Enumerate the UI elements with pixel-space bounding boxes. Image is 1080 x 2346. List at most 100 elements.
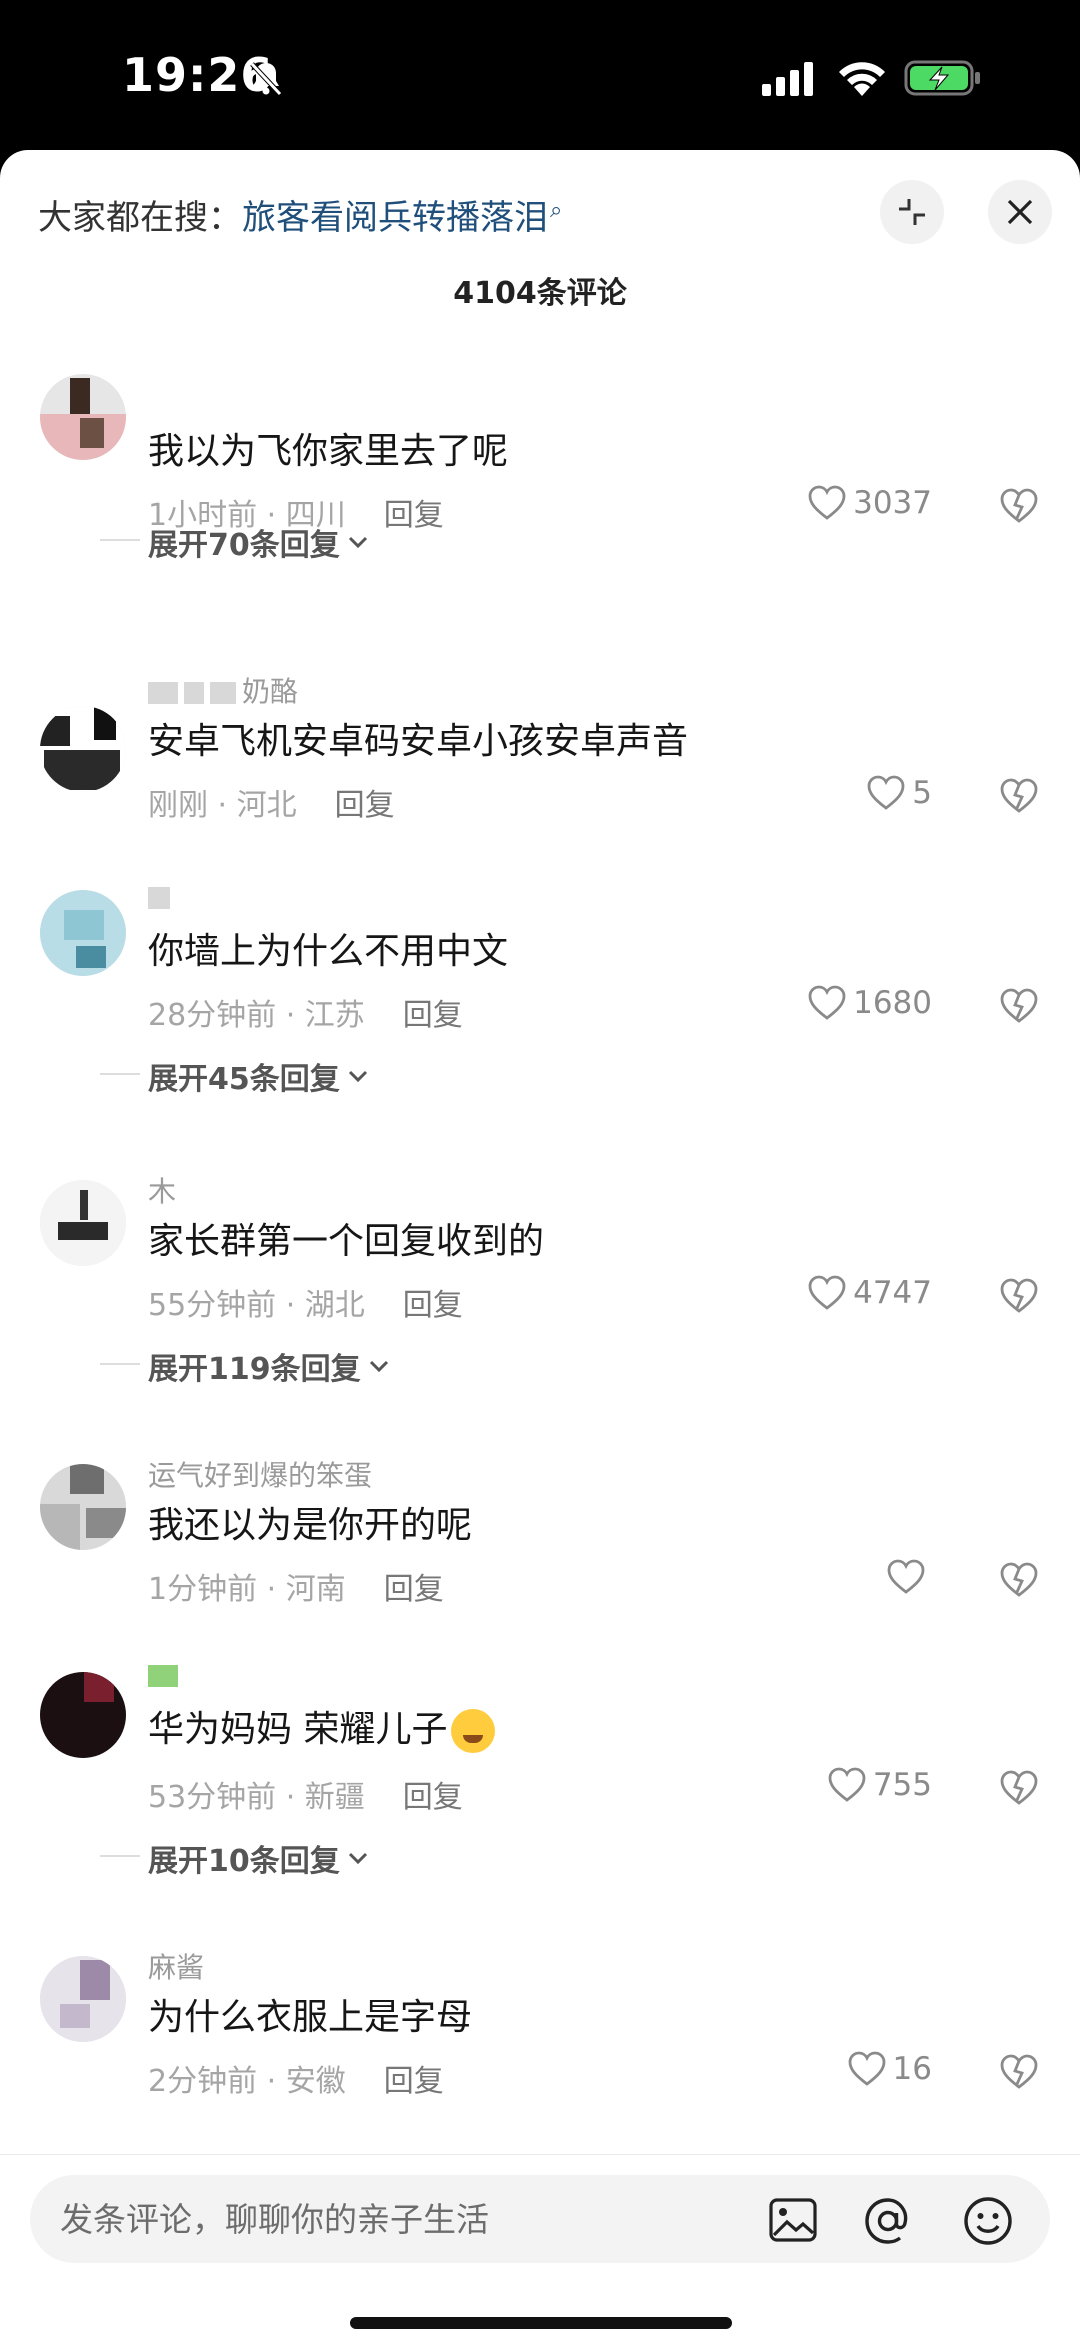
- like-button[interactable]: 3037: [807, 484, 932, 522]
- like-button[interactable]: 16: [847, 2050, 932, 2088]
- avatar[interactable]: [40, 1956, 126, 2042]
- like-count: 4747: [853, 1275, 932, 1311]
- dislike-button-icon[interactable]: [998, 2052, 1040, 2092]
- username[interactable]: [148, 1658, 184, 1691]
- reply-button[interactable]: 回复: [335, 788, 395, 823]
- reply-button[interactable]: 回复: [403, 998, 463, 1033]
- mention-icon[interactable]: [862, 2195, 914, 2247]
- avatar[interactable]: [40, 890, 126, 976]
- comment-meta: 2分钟前 · 安徽 回复: [148, 2056, 444, 2100]
- username-text: 麻酱: [148, 1951, 205, 1984]
- search-icon: ⌕: [550, 197, 563, 223]
- search-prefix: 大家都在搜：: [38, 198, 242, 238]
- comment-text: 安卓飞机安卓码安卓小孩安卓声音: [148, 721, 689, 762]
- heart-icon: [808, 485, 846, 520]
- like-button[interactable]: [886, 1558, 932, 1596]
- blurred-username: [184, 682, 204, 704]
- bell-slash-icon: [250, 62, 282, 96]
- close-button[interactable]: [988, 180, 1052, 244]
- image-icon[interactable]: [768, 2197, 818, 2243]
- wifi-icon: [839, 62, 885, 96]
- crying-laughing-emoji-icon: [451, 1709, 496, 1753]
- collapse-icon: [899, 199, 925, 225]
- comment-meta: 53分钟前 · 新疆 回复: [148, 1772, 463, 1816]
- reply-button[interactable]: 回复: [384, 2064, 444, 2099]
- comment-meta: 1分钟前 · 河南 回复: [148, 1564, 444, 1608]
- blurred-username: [148, 1665, 178, 1687]
- username[interactable]: 麻酱: [148, 1946, 204, 1986]
- dislike-button-icon[interactable]: [998, 486, 1040, 526]
- like-count: 755: [872, 1767, 932, 1803]
- blurred-username: [148, 887, 170, 909]
- username-text: 奶酪: [242, 675, 299, 708]
- expand-replies-button[interactable]: 展开10条回复: [100, 1836, 370, 1880]
- dislike-button-icon[interactable]: [998, 1276, 1040, 1316]
- reply-button[interactable]: 回复: [403, 1780, 463, 1815]
- username[interactable]: 木: [148, 1170, 176, 1210]
- like-button[interactable]: 4747: [807, 1274, 932, 1312]
- time-location: 55分钟前 · 湖北: [148, 1288, 365, 1323]
- comment-meta: 55分钟前 · 湖北 回复: [148, 1280, 463, 1324]
- reply-button[interactable]: 回复: [384, 1572, 444, 1607]
- avatar[interactable]: [40, 1464, 126, 1550]
- expand-replies-button[interactable]: 展开45条回复: [100, 1054, 370, 1098]
- chevron-down-icon: [369, 1360, 388, 1373]
- chevron-down-icon: [348, 1070, 367, 1083]
- divider: [100, 539, 140, 541]
- username[interactable]: 奶酪: [148, 670, 298, 710]
- expand-replies-button[interactable]: 展开119条回复: [100, 1344, 391, 1388]
- avatar[interactable]: [40, 706, 126, 792]
- time-location: 28分钟前 · 江苏: [148, 998, 365, 1033]
- heart-icon: [867, 775, 905, 810]
- status-bar: 19:26: [0, 0, 1080, 150]
- battery-charging-icon: [904, 60, 980, 96]
- time-location: 53分钟前 · 新疆: [148, 1780, 365, 1815]
- like-count: 16: [892, 2051, 932, 2087]
- like-button[interactable]: 5: [866, 774, 932, 812]
- dislike-button-icon[interactable]: [998, 1560, 1040, 1600]
- heart-icon: [808, 1275, 846, 1310]
- avatar[interactable]: [40, 374, 126, 460]
- home-indicator: [350, 2317, 732, 2329]
- comments-sheet: 大家都在搜：旅客看阅兵转播落泪⌕ 4104条评论 我以为飞你家里去了呢 1小时前…: [0, 150, 1080, 2346]
- avatar[interactable]: [40, 1180, 126, 1266]
- heart-icon: [828, 1767, 866, 1802]
- emoji-icon[interactable]: [962, 2195, 1014, 2247]
- expand-replies-label: 展开119条回复: [148, 1352, 361, 1387]
- reply-button[interactable]: 回复: [384, 498, 444, 533]
- comment-composer: [0, 2154, 1080, 2346]
- heart-icon: [848, 2051, 885, 2086]
- like-count: 5: [912, 775, 932, 811]
- expand-replies-label: 展开70条回复: [148, 528, 340, 563]
- username-text: 运气好到爆的笨蛋: [148, 1459, 373, 1492]
- comment-text-content: 华为妈妈 荣耀儿子: [148, 1709, 448, 1750]
- chevron-down-icon: [348, 536, 367, 549]
- time-location: 刚刚 · 河北: [148, 788, 297, 823]
- like-button[interactable]: 1680: [807, 984, 932, 1022]
- search-suggestion[interactable]: 大家都在搜：旅客看阅兵转播落泪⌕: [38, 190, 562, 239]
- close-icon: [1007, 199, 1033, 225]
- dislike-button-icon[interactable]: [998, 1768, 1040, 1808]
- time-location: 2分钟前 · 安徽: [148, 2064, 346, 2099]
- comment-text: 我还以为是你开的呢: [148, 1505, 473, 1546]
- like-button[interactable]: 755: [827, 1766, 932, 1804]
- avatar[interactable]: [40, 1672, 126, 1758]
- comment-text: 你墙上为什么不用中文: [148, 931, 509, 972]
- expand-replies-button[interactable]: 展开70条回复: [100, 520, 370, 564]
- cellular-signal-icon: [762, 62, 813, 96]
- search-term-link[interactable]: 旅客看阅兵转播落泪: [242, 198, 548, 238]
- time-location: 1分钟前 · 河南: [148, 1572, 346, 1607]
- dislike-button-icon[interactable]: [998, 986, 1040, 1026]
- like-count: 3037: [853, 485, 932, 521]
- blurred-username: [148, 682, 178, 704]
- divider: [100, 1363, 140, 1365]
- username[interactable]: 运气好到爆的笨蛋: [148, 1454, 372, 1494]
- username[interactable]: [148, 880, 176, 913]
- comment-text: 华为妈妈 荣耀儿子: [148, 1700, 496, 1753]
- divider: [100, 1073, 140, 1075]
- like-count: 1680: [853, 985, 932, 1021]
- collapse-button[interactable]: [880, 180, 944, 244]
- reply-button[interactable]: 回复: [403, 1288, 463, 1323]
- chevron-down-icon: [348, 1852, 367, 1865]
- dislike-button-icon[interactable]: [998, 776, 1040, 816]
